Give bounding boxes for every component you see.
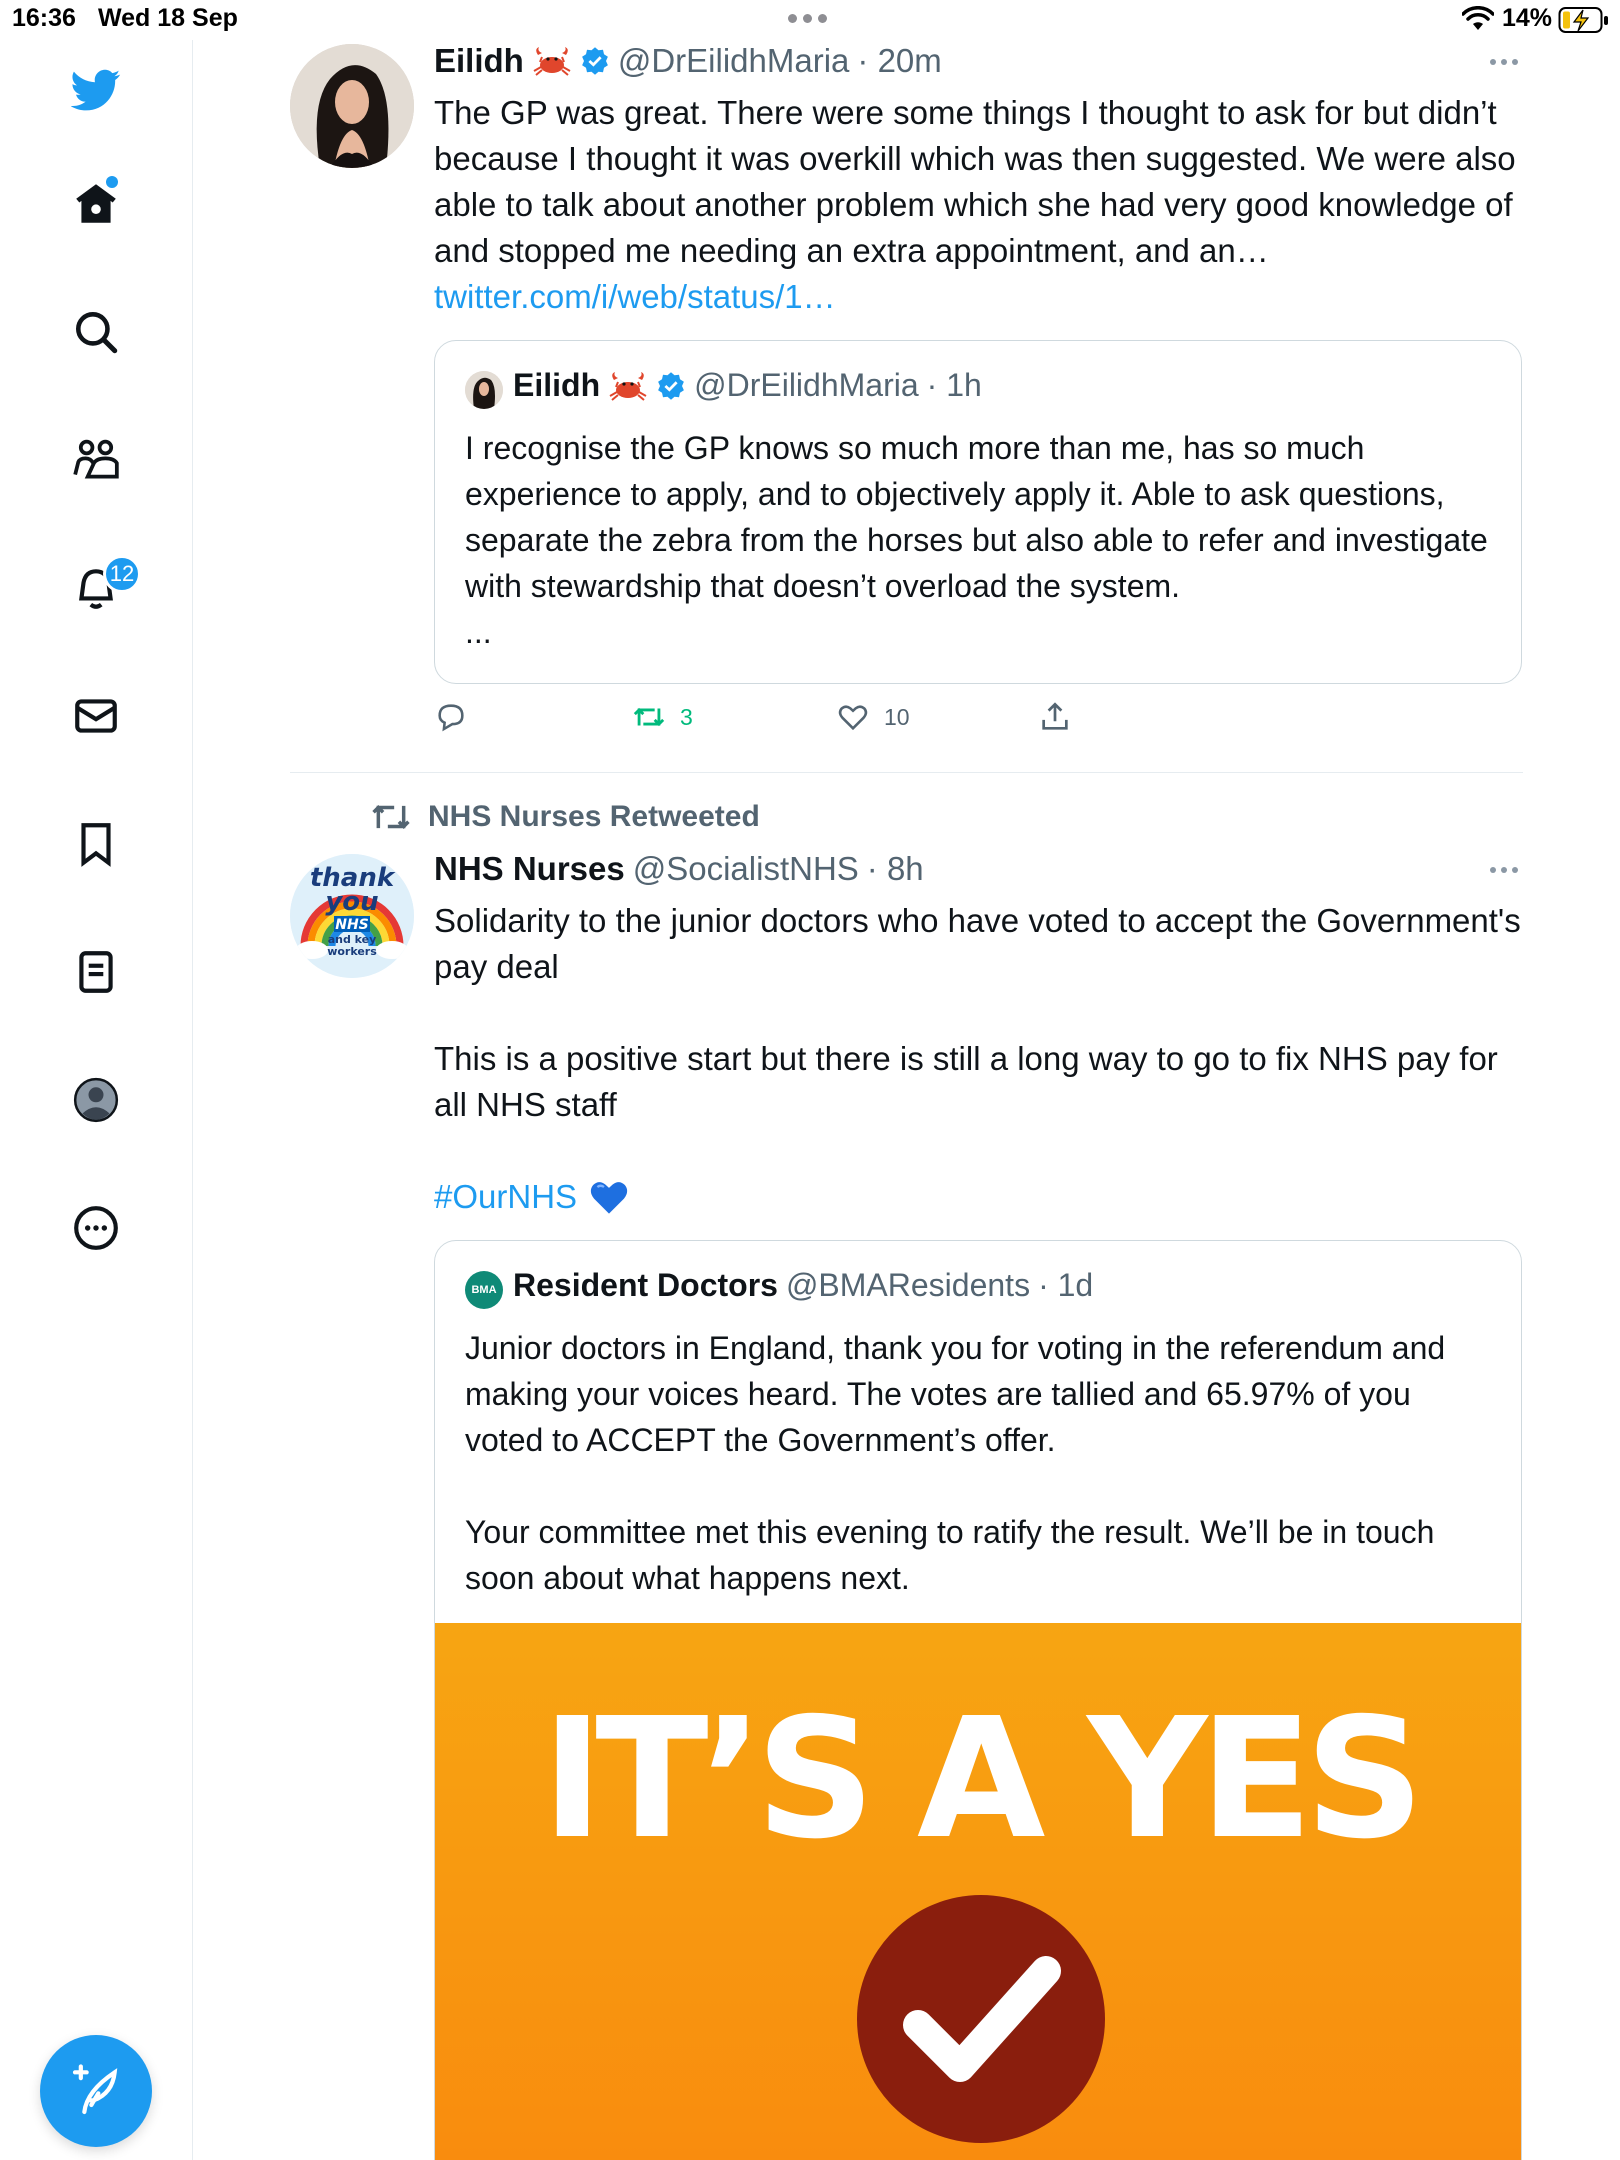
avatar-text-you: you <box>325 887 378 917</box>
quoted-text-ellipsis: ... <box>465 614 492 650</box>
quoted-tweet[interactable]: Eilidh @DrEilidhMaria · 1h I recognise t… <box>434 340 1522 684</box>
wifi-icon <box>1462 6 1494 30</box>
quoted-author-name: Eilidh <box>513 367 601 403</box>
its-a-yes-image[interactable]: IT’S A YES <box>435 1623 1521 2160</box>
status-time: 16:36 <box>12 4 76 32</box>
retweeted-by-line[interactable]: NHS Nurses Retweeted <box>372 800 760 834</box>
tweet-text-content: The GP was great. There were some things… <box>434 94 1516 269</box>
quoted-tweet-text: Junior doctors in England, thank you for… <box>465 1325 1495 1601</box>
compose-tweet-button[interactable] <box>40 2035 152 2147</box>
tweet-text: The GP was great. There were some things… <box>434 90 1524 320</box>
tweet-timestamp[interactable]: · 8h <box>867 850 924 888</box>
avatar-text-nhs: NHS <box>335 917 369 933</box>
checkmark-icon <box>857 1895 1105 2143</box>
image-headline: IT’S A YES <box>541 1683 1425 1876</box>
twitter-logo-icon[interactable] <box>66 60 126 120</box>
home-unread-dot <box>106 176 118 188</box>
author-name[interactable]: NHS Nurses <box>434 850 625 888</box>
tweet-header: NHS Nurses @SocialistNHS · 8h <box>434 850 924 888</box>
avatar-text-workers: workers <box>327 945 377 958</box>
nhs-nurses-avatar[interactable]: thank you NHS and key workers <box>290 854 414 978</box>
notification-count-badge: 12 <box>103 555 141 593</box>
profile-avatar-icon[interactable] <box>66 1070 126 1130</box>
retweet-icon <box>633 707 665 727</box>
tweet-actions: 3 10 <box>434 700 1074 744</box>
blue-heart-emoji-icon <box>590 1182 628 1214</box>
retweet-count: 3 <box>680 703 693 730</box>
tweet-text: Solidarity to the junior doctors who hav… <box>434 898 1524 1220</box>
bma-avatar-text: BMA <box>471 1284 497 1296</box>
quoted-author-handle: @BMAResidents <box>785 1267 1031 1303</box>
quoted-author-name: Resident Doctors <box>513 1267 778 1303</box>
quoted-text-content: I recognise the GP knows so much more th… <box>465 430 1488 604</box>
author-handle[interactable]: @SocialistNHS <box>633 850 859 888</box>
quoted-tweet-header: Eilidh @DrEilidhMaria · 1h <box>513 367 982 404</box>
notifications-bell-icon[interactable]: 12 <box>66 555 141 618</box>
quoted-tweet[interactable]: BMA Resident Doctors @BMAResidents · 1d … <box>434 1240 1522 2160</box>
verified-badge-icon <box>581 47 608 75</box>
status-date: Wed 18 Sep <box>98 4 238 32</box>
quoted-tweet-text: I recognise the GP knows so much more th… <box>465 425 1495 655</box>
communities-icon[interactable] <box>66 430 126 490</box>
quoted-paragraph-1: Junior doctors in England, thank you for… <box>465 1330 1446 1458</box>
crab-emoji-icon <box>533 47 571 76</box>
hashtag-link[interactable]: #OurNHS <box>434 1174 577 1220</box>
search-icon[interactable] <box>66 302 126 362</box>
like-button[interactable]: 10 <box>836 700 910 734</box>
quoted-author-handle: @DrEilidhMaria <box>694 367 919 403</box>
reply-button[interactable] <box>434 700 468 734</box>
quoted-timestamp: · 1h <box>926 367 982 403</box>
retweet-button[interactable]: 3 <box>632 700 693 734</box>
multitasking-dots-icon[interactable] <box>788 14 827 23</box>
home-icon[interactable] <box>66 174 126 234</box>
verified-badge-icon <box>658 371 684 400</box>
battery-charging-icon <box>1558 7 1608 33</box>
tweet-header: Eilidh @DrEilidhMaria · 20m <box>434 42 942 80</box>
retweet-small-icon <box>372 805 410 829</box>
tweet-link[interactable]: twitter.com/i/web/status/1… <box>434 278 836 315</box>
quoted-timestamp: · 1d <box>1038 1267 1094 1303</box>
quoted-paragraph-2: Your committee met this evening to ratif… <box>465 1514 1435 1596</box>
lists-icon[interactable] <box>66 942 126 1002</box>
author-name[interactable]: Eilidh <box>434 42 524 80</box>
bma-avatar: BMA <box>465 1271 503 1309</box>
quoted-tweet-header: Resident Doctors @BMAResidents · 1d <box>513 1267 1093 1304</box>
share-icon <box>1042 702 1068 730</box>
sidebar: 12 <box>0 40 193 2160</box>
retweeted-by-text: NHS Nurses Retweeted <box>428 800 760 833</box>
like-count: 10 <box>884 703 910 730</box>
battery-percent: 14% <box>1502 4 1553 32</box>
messages-envelope-icon[interactable] <box>66 686 126 746</box>
author-handle[interactable]: @DrEilidhMaria <box>618 42 850 80</box>
quoted-author-avatar <box>465 371 503 409</box>
share-button[interactable] <box>1038 700 1072 734</box>
heart-icon <box>838 705 868 731</box>
tweet-paragraph-1: Solidarity to the junior doctors who hav… <box>434 902 1521 985</box>
reply-icon <box>438 704 464 732</box>
more-options-icon[interactable] <box>66 1198 126 1258</box>
status-bar: 16:36 Wed 18 Sep 14% <box>0 0 1620 40</box>
tweet-divider <box>290 772 1523 773</box>
eilidh-avatar[interactable] <box>290 44 414 168</box>
tweet-more-icon[interactable] <box>1490 52 1530 72</box>
tweet-paragraph-2: This is a positive start but there is st… <box>434 1040 1498 1123</box>
tweet-more-icon[interactable] <box>1490 860 1530 880</box>
bookmark-icon[interactable] <box>66 814 126 874</box>
crab-emoji-icon <box>609 371 647 401</box>
tweet-timestamp[interactable]: · 20m <box>857 42 941 80</box>
